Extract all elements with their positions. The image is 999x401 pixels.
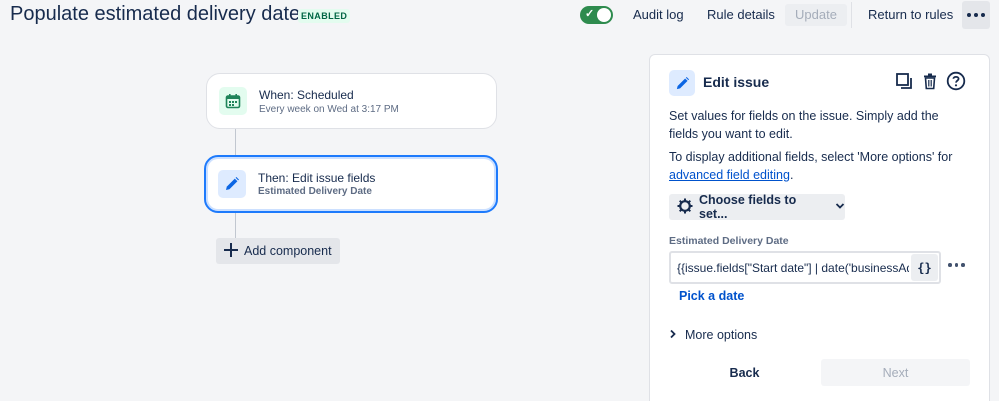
additional-fields-text: To display additional fields, select 'Mo… bbox=[669, 148, 969, 184]
enable-toggle[interactable]: ✓ bbox=[580, 6, 613, 24]
copy-icon[interactable] bbox=[894, 71, 914, 91]
estimated-delivery-date-input[interactable]: {{issue.fields["Start date"] | date('bus… bbox=[669, 251, 941, 284]
pick-a-date-link[interactable]: Pick a date bbox=[679, 289, 744, 303]
choose-fields-button[interactable]: Choose fields to set... bbox=[669, 193, 845, 221]
connector-line bbox=[235, 129, 236, 155]
add-component-label: Add component bbox=[244, 244, 332, 258]
trigger-subtitle: Every week on Wed at 3:17 PM bbox=[259, 104, 399, 115]
trigger-node[interactable]: When: Scheduled Every week on Wed at 3:1… bbox=[206, 73, 497, 129]
additional-text: To display additional fields, select 'Mo… bbox=[669, 150, 953, 164]
more-options-toggle[interactable]: More options bbox=[669, 328, 757, 342]
action-subtitle: Estimated Delivery Date bbox=[258, 186, 372, 197]
toggle-knob bbox=[597, 8, 611, 22]
chevron-right-icon bbox=[669, 328, 677, 342]
back-button[interactable]: Back bbox=[670, 359, 819, 386]
delete-icon[interactable] bbox=[920, 71, 940, 91]
smart-value-button[interactable]: {} bbox=[911, 254, 938, 281]
panel-description: Set values for fields on the issue. Simp… bbox=[669, 109, 939, 141]
action-title: Then: Edit issue fields bbox=[258, 171, 376, 185]
add-component-button[interactable]: Add component bbox=[216, 238, 340, 264]
panel-title: Edit issue bbox=[703, 74, 770, 90]
pencil-icon bbox=[669, 70, 695, 96]
action-node[interactable]: Then: Edit issue fields Estimated Delive… bbox=[204, 155, 498, 213]
rule-header: Populate estimated delivery date ENABLED… bbox=[0, 0, 999, 30]
gear-icon bbox=[677, 198, 693, 217]
rule-title: Populate estimated delivery date bbox=[10, 3, 301, 25]
status-badge: ENABLED bbox=[298, 9, 351, 23]
help-icon[interactable] bbox=[946, 71, 966, 91]
chevron-down-icon bbox=[835, 200, 845, 214]
field-more-icon[interactable] bbox=[948, 263, 965, 267]
plus-icon bbox=[224, 242, 238, 260]
field-label: Estimated Delivery Date bbox=[669, 235, 789, 247]
calendar-icon bbox=[219, 87, 247, 115]
field-value: {{issue.fields["Start date"] | date('bus… bbox=[677, 261, 909, 275]
return-to-rules-button[interactable]: Return to rules bbox=[868, 4, 953, 26]
header-divider bbox=[851, 2, 852, 28]
check-icon: ✓ bbox=[585, 8, 595, 20]
more-actions-button[interactable] bbox=[962, 1, 990, 29]
panel-toolbar bbox=[894, 71, 966, 91]
advanced-field-editing-link[interactable]: advanced field editing bbox=[669, 168, 790, 182]
connector-line bbox=[235, 213, 236, 238]
audit-log-button[interactable]: Audit log bbox=[633, 4, 684, 26]
update-button[interactable]: Update bbox=[785, 4, 847, 26]
rule-details-button[interactable]: Rule details bbox=[707, 4, 775, 26]
more-options-label: More options bbox=[685, 328, 758, 342]
next-button[interactable]: Next bbox=[821, 359, 970, 386]
trigger-title: When: Scheduled bbox=[259, 88, 354, 102]
edit-issue-panel: Edit issue Set values for fields on the … bbox=[649, 54, 990, 401]
period: . bbox=[789, 168, 794, 182]
choose-fields-label: Choose fields to set... bbox=[699, 193, 797, 221]
pencil-icon bbox=[218, 170, 246, 198]
